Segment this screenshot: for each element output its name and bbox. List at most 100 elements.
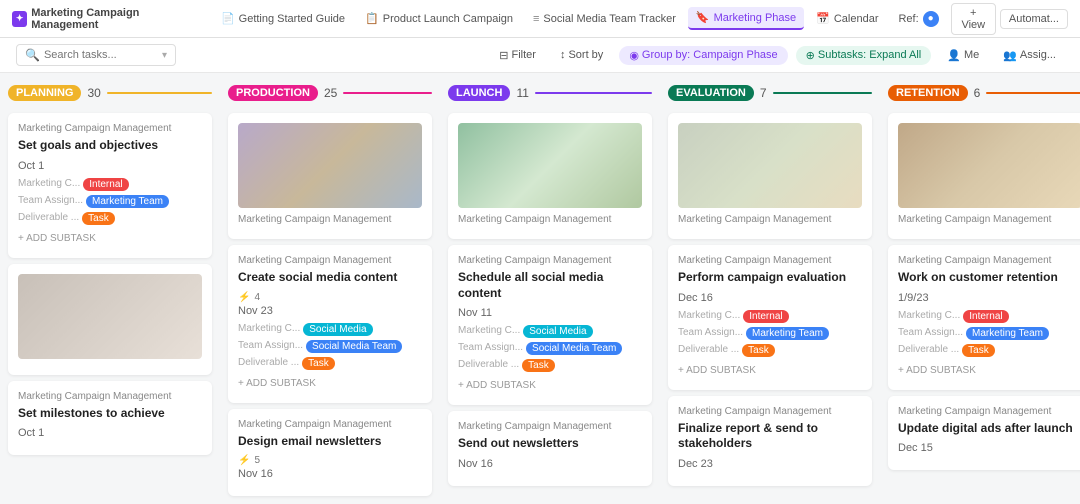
card-tags-row1: Marketing C...Internal — [898, 310, 1080, 323]
column-header-production: PRODUCTION 25 — [228, 81, 432, 107]
column-count-evaluation: 7 — [760, 86, 767, 100]
add-subtask-button[interactable]: + ADD SUBTASK — [678, 361, 862, 380]
card-pr3[interactable]: Marketing Campaign ManagementDesign emai… — [228, 409, 432, 497]
search-icon: 🔍 — [25, 48, 40, 62]
card-tags-row1: Marketing C...Internal — [678, 310, 862, 323]
card-meta: Marketing Campaign Management — [18, 391, 202, 402]
card-e3[interactable]: Marketing Campaign ManagementFinalize re… — [668, 396, 872, 486]
card-tags-row2: Team Assign...Marketing Team — [678, 327, 862, 340]
card-tags-row3: Deliverable ...Task — [18, 212, 202, 225]
column-header-retention: RETENTION 6 — [888, 81, 1080, 107]
chevron-down-icon: ▾ — [162, 50, 167, 61]
card-meta: Marketing Campaign Management — [458, 421, 642, 432]
tag-label: Team Assign... — [678, 327, 743, 340]
card-l1[interactable]: Marketing Campaign Management — [448, 113, 652, 239]
search-input[interactable] — [44, 49, 158, 61]
tab-product-launch[interactable]: 📋 Product Launch Campaign — [357, 8, 521, 29]
search-box[interactable]: 🔍 ▾ — [16, 44, 176, 66]
add-subtask-button[interactable]: + ADD SUBTASK — [238, 374, 422, 393]
card-date: 1/9/23 — [898, 292, 1080, 304]
column-header-planning: PLANNING 30 — [8, 81, 212, 107]
user-icon: 👤 — [947, 49, 961, 62]
tab-product-launch-label: Product Launch Campaign — [383, 13, 513, 25]
tab-ref-label: Ref: — [898, 13, 918, 25]
card-l3[interactable]: Marketing Campaign ManagementSend out ne… — [448, 411, 652, 486]
tag-task: Task — [522, 359, 555, 372]
card-tags-row3: Deliverable ...Task — [458, 359, 642, 372]
board: PLANNING 30 Marketing Campaign Managemen… — [0, 73, 1080, 501]
card-date: Nov 16 — [458, 458, 642, 470]
column-bar-launch — [535, 92, 652, 94]
tab-getting-started-label: Getting Started Guide — [239, 13, 345, 25]
card-meta: Marketing Campaign Management — [898, 406, 1080, 417]
subtasks-action[interactable]: ⊕ Subtasks: Expand All — [796, 46, 932, 65]
tab-calendar[interactable]: 📅 Calendar — [808, 8, 886, 29]
column-bar-planning — [107, 92, 212, 94]
filter-action[interactable]: ⊟ Filter — [491, 46, 544, 65]
card-r2[interactable]: Marketing Campaign ManagementWork on cus… — [888, 245, 1080, 390]
card-e1[interactable]: Marketing Campaign Management — [668, 113, 872, 239]
tag-marketing-team: Marketing Team — [966, 327, 1049, 340]
column-count-planning: 30 — [87, 86, 100, 100]
column-evaluation: EVALUATION 7 Marketing Campaign Manageme… — [660, 73, 880, 501]
sort-action[interactable]: ↕ Sort by — [552, 46, 611, 64]
card-tags-row2: Team Assign...Marketing Team — [18, 195, 202, 208]
column-retention: RETENTION 6 Marketing Campaign Managemen… — [880, 73, 1080, 501]
automate-button[interactable]: Automat... — [1000, 9, 1068, 29]
tag-label: Marketing C... — [898, 310, 960, 323]
card-meta: Marketing Campaign Management — [458, 214, 642, 225]
add-subtask-button[interactable]: + ADD SUBTASK — [898, 361, 1080, 380]
assigni-icon: 👥 — [1003, 49, 1017, 62]
card-l2[interactable]: Marketing Campaign ManagementSchedule al… — [448, 245, 652, 405]
column-badge-evaluation: EVALUATION — [668, 85, 754, 101]
tab-getting-started[interactable]: 📄 Getting Started Guide — [213, 8, 353, 29]
filter-label: Filter — [512, 49, 536, 61]
tag-label: Deliverable ... — [678, 344, 739, 357]
tag-label: Marketing C... — [678, 310, 740, 323]
column-header-evaluation: EVALUATION 7 — [668, 81, 872, 107]
assigni-action[interactable]: 👥 Assig... — [995, 46, 1064, 65]
column-bar-production — [343, 92, 432, 94]
column-bar-retention — [986, 92, 1080, 94]
card-pr1[interactable]: Marketing Campaign Management — [228, 113, 432, 239]
card-title: Design email newsletters — [238, 434, 422, 450]
column-badge-planning: PLANNING — [8, 85, 81, 101]
card-title: Set goals and objectives — [18, 138, 202, 154]
add-subtask-button[interactable]: + ADD SUBTASK — [18, 229, 202, 248]
tag-task: Task — [82, 212, 115, 225]
tag-marketing-team: Marketing Team — [86, 195, 169, 208]
card-date: Oct 1 — [18, 160, 202, 172]
card-title: Perform campaign evaluation — [678, 270, 862, 286]
view-button[interactable]: + View — [951, 3, 996, 35]
tab-social-media[interactable]: ≡ Social Media Team Tracker — [525, 9, 684, 29]
card-meta: Marketing Campaign Management — [238, 255, 422, 266]
card-date: Nov 23 — [238, 305, 422, 317]
card-tags-row2: Team Assign...Social Media Team — [458, 342, 642, 355]
card-r1[interactable]: Marketing Campaign Management — [888, 113, 1080, 239]
me-label: Me — [964, 49, 979, 61]
tab-ref[interactable]: Ref: ● — [890, 7, 946, 31]
subtasks-icon: ⊕ — [806, 49, 815, 62]
card-date: Nov 16 — [238, 468, 422, 480]
card-p2[interactable] — [8, 264, 212, 375]
card-e2[interactable]: Marketing Campaign ManagementPerform cam… — [668, 245, 872, 390]
tab-marketing-phase[interactable]: 🔖 Marketing Phase — [688, 7, 804, 30]
card-tags-row3: Deliverable ...Task — [898, 344, 1080, 357]
card-pr2[interactable]: Marketing Campaign ManagementCreate soci… — [228, 245, 432, 403]
card-title: Finalize report & send to stakeholders — [678, 421, 862, 452]
card-image-p2 — [18, 274, 202, 359]
logo-icon: ✦ — [12, 11, 27, 27]
add-subtask-button[interactable]: + ADD SUBTASK — [458, 376, 642, 395]
assigni-label: Assig... — [1020, 49, 1056, 61]
card-image-r1 — [898, 123, 1080, 208]
me-action[interactable]: 👤 Me — [939, 46, 987, 65]
card-p1[interactable]: Marketing Campaign ManagementSet goals a… — [8, 113, 212, 258]
card-r3[interactable]: Marketing Campaign ManagementUpdate digi… — [888, 396, 1080, 471]
tag-marketing-team: Marketing Team — [746, 327, 829, 340]
ref-badge: ● — [923, 11, 939, 27]
group-by-action[interactable]: ◉ Group by: Campaign Phase — [619, 46, 787, 65]
card-date: Dec 23 — [678, 458, 862, 470]
tag-label: Team Assign... — [18, 195, 83, 208]
card-date: Oct 1 — [18, 427, 202, 439]
card-p3[interactable]: Marketing Campaign ManagementSet milesto… — [8, 381, 212, 456]
